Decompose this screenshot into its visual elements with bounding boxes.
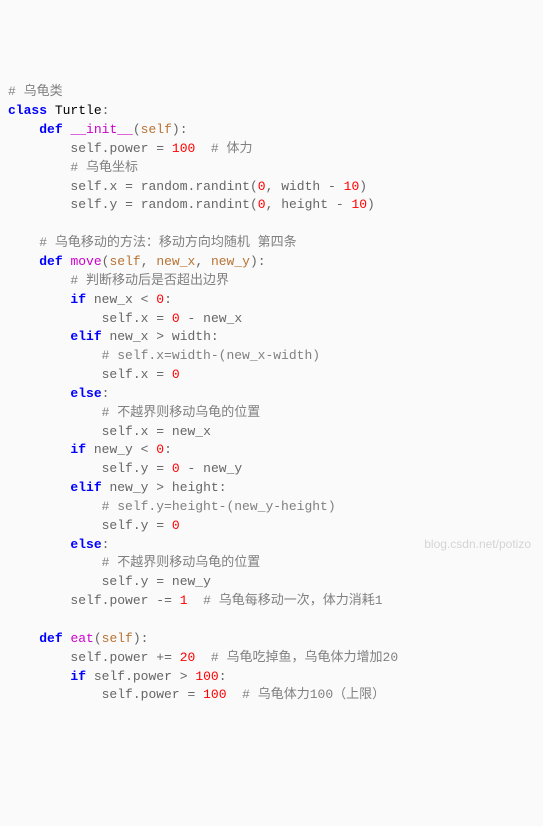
func-move: move — [70, 254, 101, 269]
func-eat: eat — [70, 631, 93, 646]
comment: # 乌龟坐标 — [70, 160, 138, 175]
keyword-def: def — [39, 122, 62, 137]
comment: # 判断移动后是否超出边界 — [70, 273, 229, 288]
comment: # 不越界则移动乌龟的位置 — [102, 405, 261, 420]
code-block: # 乌龟类class Turtle: def __init__(self): s… — [8, 83, 535, 705]
comment: # 乌龟移动的方法：移动方向均随机 第四条 — [39, 235, 296, 250]
comment: # 乌龟每移动一次，体力消耗1 — [203, 593, 382, 608]
self: self — [141, 122, 172, 137]
func-init: __init__ — [70, 122, 132, 137]
comment: # 体力 — [211, 141, 253, 156]
keyword-class: class — [8, 103, 47, 118]
class-name: Turtle — [55, 103, 102, 118]
comment: # 乌龟类 — [8, 84, 63, 99]
comment: # 不越界则移动乌龟的位置 — [102, 555, 261, 570]
comment: # 乌龟体力100（上限） — [242, 687, 385, 702]
comment: # 乌龟吃掉鱼，乌龟体力增加20 — [211, 650, 398, 665]
comment: # self.x=width-(new_x-width) — [102, 348, 320, 363]
comment: # self.y=height-(new_y-height) — [102, 499, 336, 514]
